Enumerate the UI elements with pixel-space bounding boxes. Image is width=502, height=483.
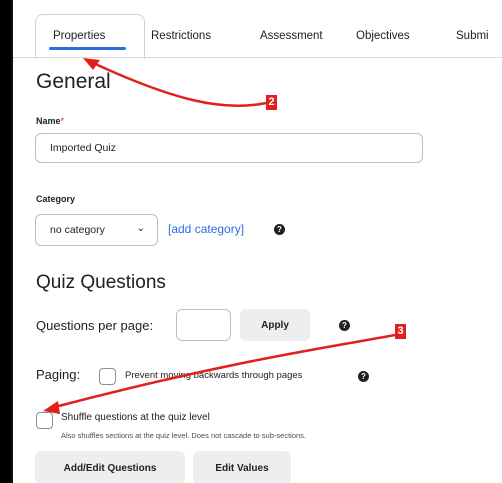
quiz-editor-panel: Properties Restrictions Assessment Objec… — [11, 0, 502, 483]
annotation-arrow-2 — [90, 60, 267, 108]
annotation-arrows — [43, 58, 396, 414]
annotation-badge-3: 3 — [395, 324, 406, 339]
annotation-badge-2: 2 — [266, 95, 277, 110]
annotation-arrow-3 — [50, 333, 396, 410]
annotation-arrowhead-3 — [43, 401, 60, 414]
